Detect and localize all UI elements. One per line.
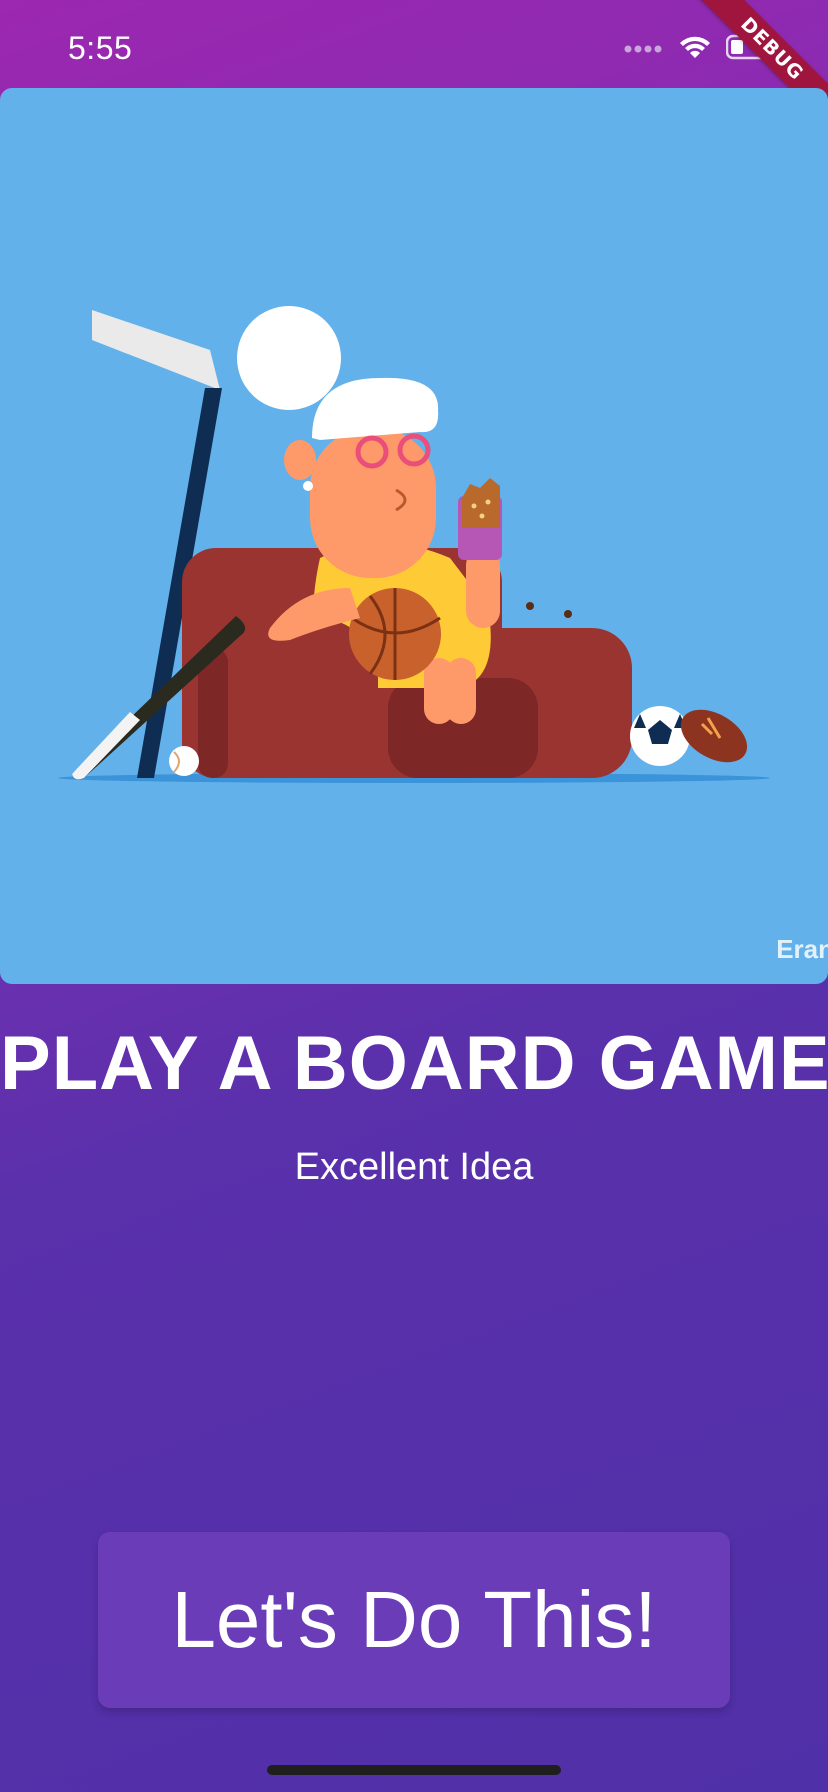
- home-indicator[interactable]: [267, 1765, 561, 1775]
- activity-image: Eran: [0, 88, 828, 984]
- status-bar: 5:55 DEBUG: [0, 0, 828, 131]
- activity-title: PLAY A BOARD GAME: [0, 1021, 828, 1106]
- lets-do-this-button[interactable]: Let's Do This!: [98, 1532, 730, 1708]
- wifi-icon: [678, 34, 712, 65]
- activity-subtitle: Excellent Idea: [294, 1146, 534, 1188]
- signal-dots-icon: [624, 41, 664, 59]
- image-credit: Eran: [776, 934, 828, 964]
- grandma-on-sofa-illustration: [58, 306, 770, 783]
- status-time: 5:55: [68, 30, 133, 66]
